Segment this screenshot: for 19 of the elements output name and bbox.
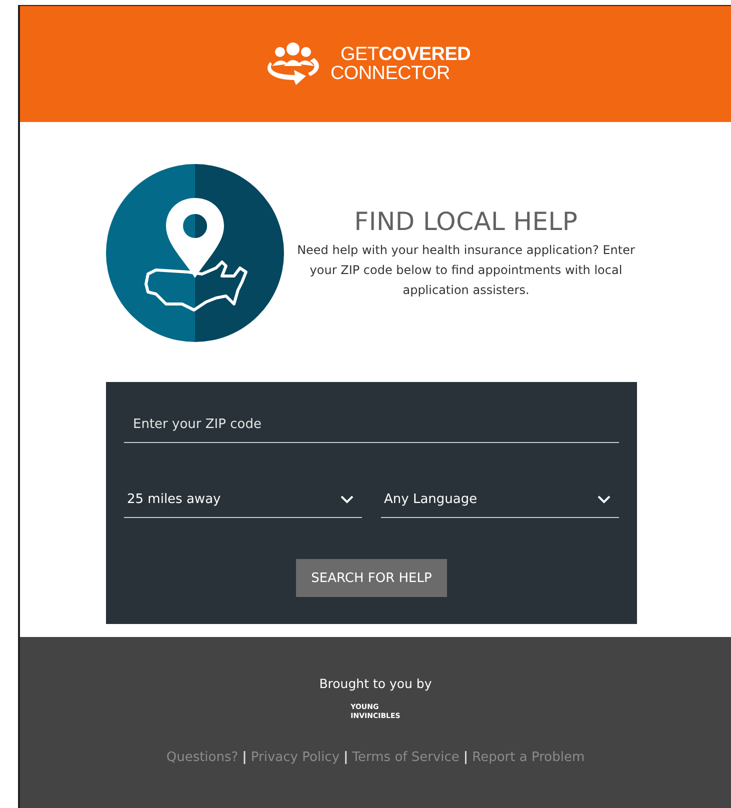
credit-text: Brought to you by — [319, 676, 432, 691]
logo-text: GETCOVERED — [340, 45, 471, 64]
link-separator: | — [242, 750, 247, 765]
zip-code-field[interactable]: Enter your ZIP code — [124, 407, 619, 443]
footer-link[interactable]: Questions? — [166, 750, 238, 765]
dropdown[interactable]: Any Language — [381, 481, 619, 518]
dropdown[interactable]: 25 miles away — [124, 481, 362, 518]
page-title: FIND LOCAL HELP — [354, 206, 578, 236]
link-separator: | — [344, 750, 348, 765]
link-separator: | — [463, 750, 468, 765]
intro-text: Need help with your health insurance application? Enter your ZIP code below to find appointments with local application assisters. — [296, 242, 636, 298]
chevron-down-icon — [597, 494, 611, 504]
footer-link[interactable]: Privacy Policy — [250, 750, 340, 765]
map-pin-icon — [106, 164, 284, 342]
footer-link[interactable]: Report a Problem — [472, 750, 585, 765]
logo-text: CONNECTOR — [330, 64, 451, 83]
chevron-down-icon — [340, 494, 354, 504]
search-button[interactable]: SEARCH FOR HELP — [296, 559, 447, 597]
footer-link[interactable]: Terms of Service — [352, 750, 460, 765]
